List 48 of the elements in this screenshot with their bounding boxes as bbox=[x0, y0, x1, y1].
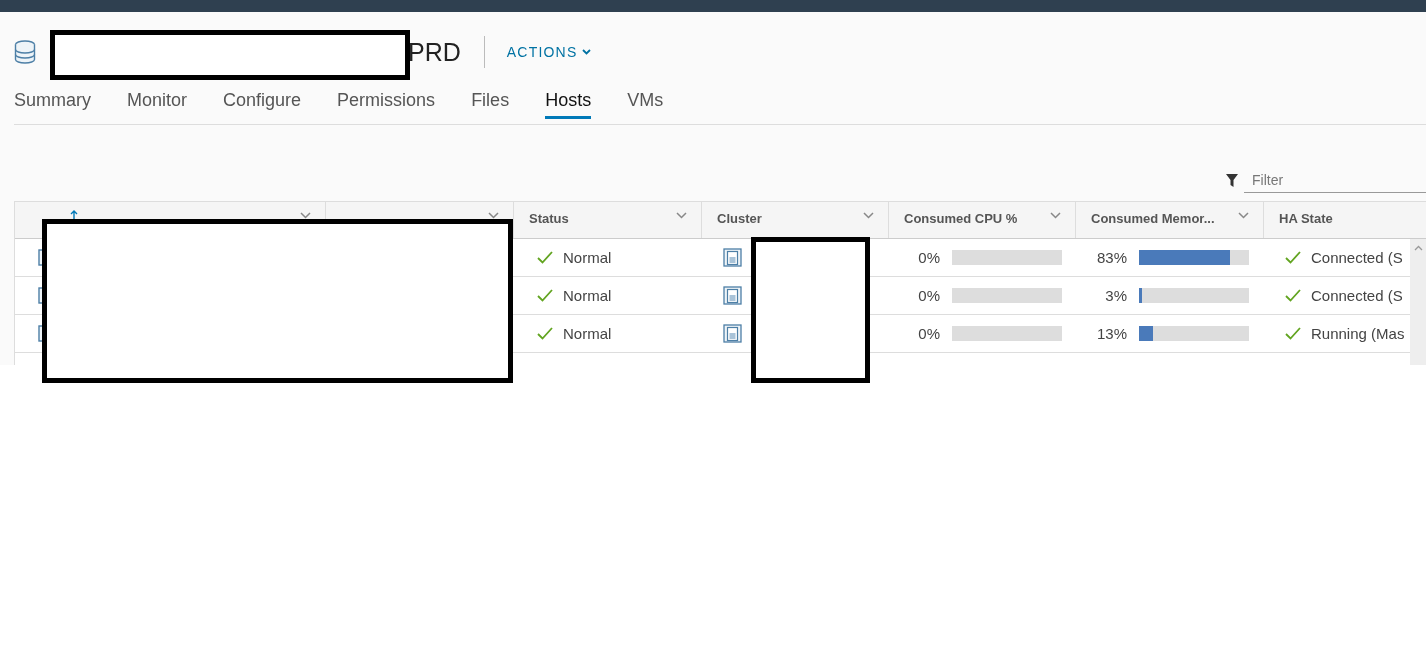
chevron-down-icon[interactable] bbox=[300, 211, 311, 219]
cpu-reading: 0% bbox=[917, 249, 940, 266]
column-header[interactable]: Consumed CPU % bbox=[904, 210, 1018, 226]
chevron-down-icon[interactable] bbox=[1238, 211, 1249, 219]
tab[interactable]: Monitor bbox=[127, 84, 188, 119]
tab[interactable]: Permissions bbox=[337, 84, 436, 119]
memory-reading: 3% bbox=[1104, 287, 1127, 304]
cluster-icon bbox=[723, 324, 742, 343]
memory-reading: 83% bbox=[1095, 249, 1127, 266]
chevron-down-icon[interactable] bbox=[488, 211, 499, 219]
tab[interactable]: Hosts bbox=[545, 84, 592, 119]
ha-state-text: Connected (S bbox=[1311, 287, 1403, 304]
column-header[interactable]: Consumed Memor... bbox=[1091, 210, 1215, 226]
cluster-icon bbox=[723, 286, 742, 305]
column-header[interactable]: Cluster bbox=[717, 210, 762, 226]
caret-icon bbox=[582, 49, 592, 55]
status-text: Normal bbox=[563, 325, 612, 342]
chevron-down-icon[interactable] bbox=[676, 211, 687, 219]
memory-reading: 13% bbox=[1095, 325, 1127, 342]
chevron-down-icon[interactable] bbox=[1050, 211, 1061, 219]
check-icon bbox=[1285, 251, 1301, 264]
scrollbar[interactable] bbox=[1410, 239, 1426, 365]
scroll-up-icon[interactable] bbox=[1413, 245, 1423, 251]
filter-field[interactable]: Filter bbox=[1244, 167, 1426, 193]
ha-state-text: Connected (S bbox=[1311, 249, 1403, 266]
page-title: PRD bbox=[408, 37, 461, 67]
tab[interactable]: Summary bbox=[14, 84, 91, 119]
chevron-down-icon[interactable] bbox=[863, 211, 874, 219]
database-icon bbox=[14, 40, 36, 64]
cpu-reading: 0% bbox=[917, 287, 940, 304]
status-text: Normal bbox=[563, 287, 612, 304]
check-icon bbox=[537, 327, 553, 340]
tab[interactable]: VMs bbox=[627, 84, 664, 119]
tab[interactable]: Configure bbox=[223, 84, 302, 119]
check-icon bbox=[537, 289, 553, 302]
column-header[interactable]: Status bbox=[529, 210, 569, 226]
check-icon bbox=[1285, 327, 1301, 340]
sort-up-icon[interactable] bbox=[70, 209, 78, 219]
cluster-icon bbox=[723, 248, 742, 267]
column-header[interactable]: HA State bbox=[1279, 210, 1333, 226]
actions-button[interactable]: ACTIONS bbox=[506, 40, 592, 64]
tab[interactable]: Files bbox=[471, 84, 510, 119]
check-icon bbox=[537, 251, 553, 264]
ha-state-text: Running (Mas bbox=[1311, 325, 1405, 342]
status-text: Normal bbox=[563, 249, 612, 266]
cpu-reading: 0% bbox=[917, 325, 940, 342]
check-icon bbox=[1285, 289, 1301, 302]
filter-icon bbox=[1226, 173, 1238, 187]
